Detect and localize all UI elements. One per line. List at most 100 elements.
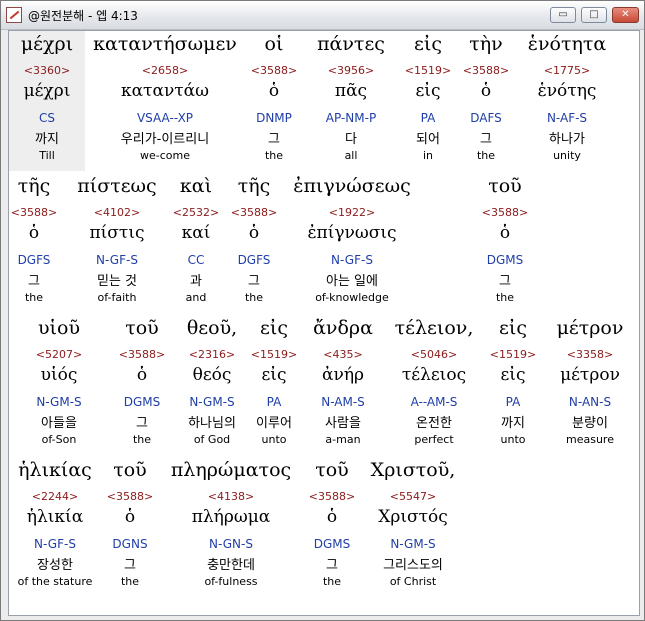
greek-word: μέχρι <box>20 33 74 55</box>
strong-number[interactable]: <1519> <box>249 348 299 361</box>
strong-number[interactable]: <1775> <box>517 64 617 77</box>
word-cell[interactable]: ἐπιγνώσεως <1922> ἐπίγνωσις N-GF-S 아는 일에… <box>287 173 417 313</box>
parsing-code: N-AM-S <box>321 395 365 409</box>
word-cell[interactable]: εἰς <1519> εἰς PA 까지 unto <box>487 315 539 455</box>
english-gloss: the <box>264 149 284 162</box>
parsing-code: CC <box>187 253 205 267</box>
english-gloss: of-faith <box>97 291 137 304</box>
korean-gloss: 다 <box>345 132 357 147</box>
greek-word: ἡλικίας <box>18 459 92 481</box>
word-cell[interactable]: τῆς <3588> ὁ DGFS 그 the <box>9 173 59 313</box>
strong-number[interactable]: <3588> <box>115 348 169 361</box>
word-cell[interactable]: μέχρι <3360> μέχρι CS 까지 Till <box>9 31 85 171</box>
word-cell[interactable]: καταντήσωμεν <2658> καταντάω VSAA--XP 우리… <box>87 31 243 171</box>
strong-number[interactable]: <3358> <box>545 348 635 361</box>
strong-number[interactable]: <1519> <box>487 348 539 361</box>
strong-number[interactable]: <2658> <box>87 64 243 77</box>
strong-number[interactable]: <3588> <box>9 206 59 219</box>
strong-number[interactable]: <3956> <box>309 64 393 77</box>
parsing-code: PA <box>266 395 282 409</box>
strong-number[interactable]: <2316> <box>175 348 249 361</box>
korean-gloss: 사람을 <box>325 416 361 431</box>
word-cell[interactable]: εἰς <1519> εἰς PA 되어 in <box>403 31 453 171</box>
maximize-button[interactable]: □ <box>581 7 607 23</box>
lexical-form: ὁ <box>136 365 148 385</box>
parsing-code: DGMS <box>486 253 524 267</box>
strong-number[interactable]: <3588> <box>305 490 359 503</box>
word-cell[interactable]: οἱ <3588> ὁ DNMP 그 the <box>249 31 299 171</box>
strong-number[interactable]: <2532> <box>171 206 221 219</box>
korean-gloss: 이루어 <box>256 416 292 431</box>
word-cell[interactable]: ἄνδρα <435> ἀνήρ N-AM-S 사람을 a-man <box>305 315 381 455</box>
greek-word: τῆς <box>237 175 271 197</box>
word-cell[interactable]: τοῦ <3588> ὁ DGMS 그 the <box>305 457 359 597</box>
word-cell[interactable]: τοῦ <3588> ὁ DGMS 그 the <box>479 173 531 313</box>
strong-number[interactable]: <5547> <box>365 490 461 503</box>
word-cell[interactable]: καὶ <2532> καί CC 과 and <box>171 173 221 313</box>
strong-number[interactable]: <3588> <box>229 206 279 219</box>
greek-word: τοῦ <box>315 459 349 481</box>
word-cell[interactable]: τῆς <3588> ὁ DGFS 그 the <box>229 173 279 313</box>
english-gloss: the <box>24 291 44 304</box>
parsing-code: N-GF-S <box>96 253 138 267</box>
english-gloss: we-come <box>140 149 190 162</box>
strong-number[interactable]: <3588> <box>479 206 531 219</box>
english-gloss: in <box>422 149 434 162</box>
lexical-form: ὁ <box>248 223 260 243</box>
english-gloss: a-man <box>325 433 361 446</box>
parsing-code: DGMS <box>313 537 351 551</box>
greek-word: τῆς <box>17 175 51 197</box>
korean-gloss: 까지 <box>501 416 525 431</box>
english-gloss: the <box>120 575 140 588</box>
greek-word: τοῦ <box>125 317 159 339</box>
lexical-form: ὁ <box>499 223 511 243</box>
korean-gloss: 온전한 <box>416 416 452 431</box>
word-cell[interactable]: τοῦ <3588> ὁ DGMS 그 the <box>115 315 169 455</box>
strong-number[interactable]: <1519> <box>403 64 453 77</box>
korean-gloss: 그 <box>124 558 136 573</box>
strong-number[interactable]: <3360> <box>9 64 85 77</box>
strong-number[interactable]: <3588> <box>249 64 299 77</box>
word-cell[interactable]: τοῦ <3588> ὁ DGNS 그 the <box>103 457 157 597</box>
strong-number[interactable]: <3588> <box>459 64 513 77</box>
strong-number[interactable]: <435> <box>305 348 381 361</box>
parsing-code: N-GM-S <box>189 395 235 409</box>
word-cell[interactable]: θεοῦ, <2316> θεός N-GM-S 하나님의 of God <box>175 315 249 455</box>
word-cell[interactable]: ἑνότητα <1775> ἑνότης N-AF-S 하나가 unity <box>517 31 617 171</box>
strong-number[interactable]: <4102> <box>67 206 167 219</box>
word-cell[interactable]: πίστεως <4102> πίστις N-GF-S 믿는 것 of-fai… <box>67 173 167 313</box>
strong-number[interactable]: <2244> <box>9 490 101 503</box>
strong-number[interactable]: <3588> <box>103 490 157 503</box>
greek-word: ἑνότητα <box>527 33 607 55</box>
word-cell[interactable]: πάντες <3956> πᾶς AP-NM-P 다 all <box>309 31 393 171</box>
korean-gloss: 우리가-이르리니 <box>120 132 210 147</box>
close-button[interactable]: ✕ <box>612 7 639 23</box>
title-bar[interactable]: @원전분해 - 엡 4:13 ▭ □ ✕ <box>1 1 644 30</box>
strong-number[interactable]: <1922> <box>287 206 417 219</box>
word-cell[interactable]: τέλειον, <5046> τέλειος A--AM-S 온전한 perf… <box>389 315 479 455</box>
korean-gloss: 그 <box>136 416 148 431</box>
word-cell[interactable]: τὴν <3588> ὁ DAFS 그 the <box>459 31 513 171</box>
strong-number[interactable]: <5207> <box>21 348 97 361</box>
korean-gloss: 까지 <box>35 132 59 147</box>
korean-gloss: 분량이 <box>572 416 608 431</box>
word-cell[interactable]: ἡλικίας <2244> ἡλικία N-GF-S 장성한 of the … <box>9 457 101 597</box>
parsing-code: DGFS <box>17 253 51 267</box>
word-cell[interactable]: Χριστοῦ, <5547> Χριστός N-GM-S 그리스도의 of … <box>365 457 461 597</box>
strong-number[interactable]: <5046> <box>389 348 479 361</box>
word-cell[interactable]: εἰς <1519> εἰς PA 이루어 unto <box>249 315 299 455</box>
english-gloss: of the stature <box>17 575 93 588</box>
greek-word: εἰς <box>499 317 527 339</box>
minimize-button[interactable]: ▭ <box>550 7 576 23</box>
parsing-code: N-GM-S <box>36 395 82 409</box>
word-cell[interactable]: μέτρον <3358> μέτρον N-AN-S 분량이 measure <box>545 315 635 455</box>
parsing-code: VSAA--XP <box>136 111 194 125</box>
word-cell[interactable]: πληρώματος <4138> πλήρωμα N-GN-S 충만한데 of… <box>161 457 301 597</box>
word-cell[interactable]: υἱοῦ <5207> υἱός N-GM-S 아들을 of-Son <box>21 315 97 455</box>
strong-number[interactable]: <4138> <box>161 490 301 503</box>
korean-gloss: 장성한 <box>37 558 73 573</box>
greek-word: καὶ <box>179 175 213 197</box>
korean-gloss: 하나가 <box>549 132 585 147</box>
app-icon[interactable] <box>6 7 22 23</box>
lexical-form: τέλειος <box>401 365 467 385</box>
